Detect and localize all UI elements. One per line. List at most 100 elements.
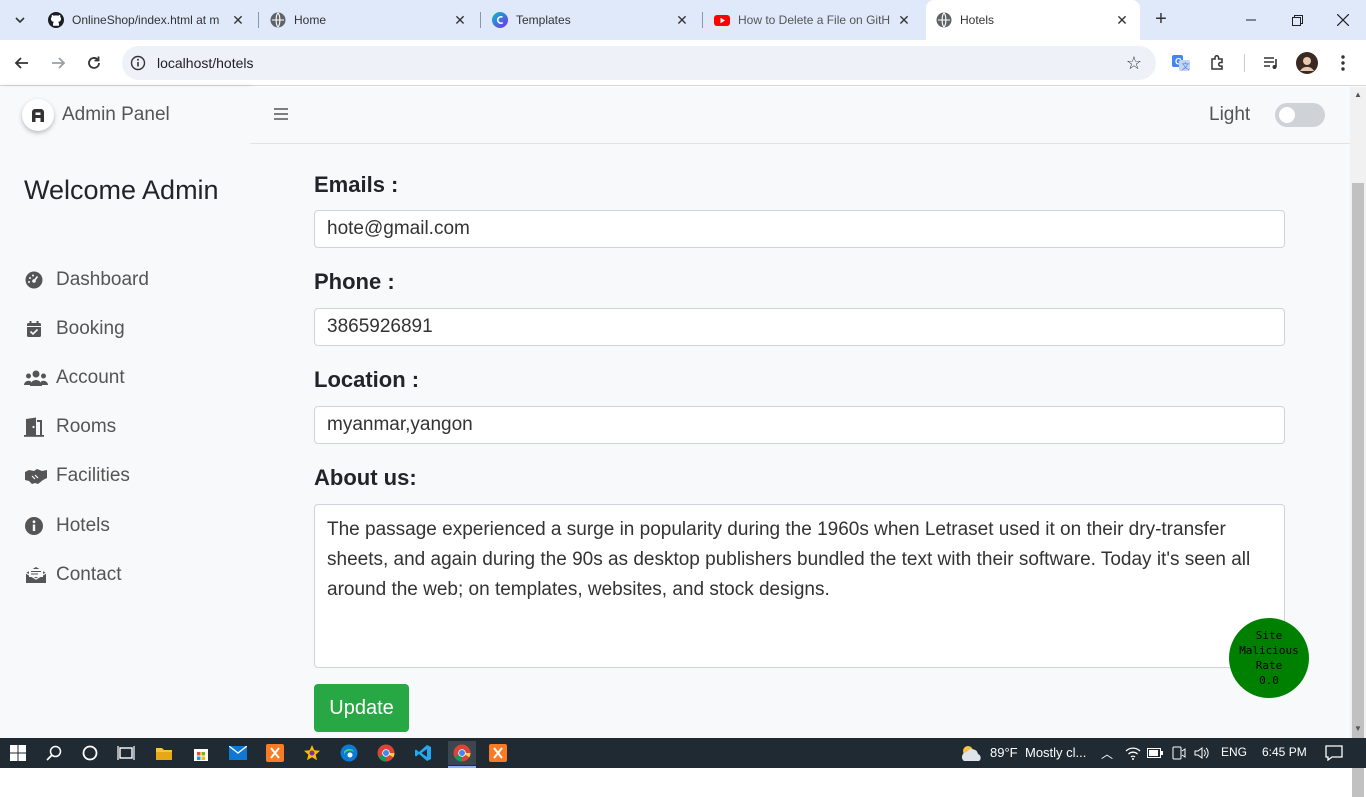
minimize-button[interactable]	[1228, 0, 1274, 40]
browser-menu-icon[interactable]	[1332, 52, 1354, 74]
theme-label: Light	[1209, 104, 1251, 125]
info-icon[interactable]	[130, 55, 146, 71]
malicious-rate-badge[interactable]: Site Malicious Rate 0.0	[1229, 618, 1309, 698]
about-textarea[interactable]: The passage experienced a surge in popul…	[314, 504, 1285, 668]
update-button[interactable]: Update	[314, 684, 409, 732]
arrow-right-icon	[52, 57, 66, 69]
task-view-icon[interactable]	[114, 741, 138, 765]
badge-value: 0.0	[1259, 674, 1279, 687]
close-icon[interactable]: ✕	[1114, 12, 1130, 29]
phone-field[interactable]: 3865926891	[314, 308, 1285, 346]
badge-line: Site	[1255, 629, 1283, 642]
volume-icon[interactable]	[1192, 741, 1212, 765]
avatar[interactable]	[1296, 52, 1318, 74]
sidebar-item-facilities[interactable]: Facilities	[24, 461, 244, 491]
sidebar-item-rooms[interactable]: Rooms	[24, 412, 244, 442]
hamburger-menu-icon[interactable]	[274, 107, 288, 121]
sidebar-item-hotels[interactable]: Hotels	[24, 511, 244, 541]
tab-search-button[interactable]	[8, 8, 32, 32]
translate-icon[interactable]: G文	[1170, 52, 1192, 74]
battery-icon[interactable]	[1146, 741, 1164, 765]
tab-title: OnlineShop/index.html at m	[72, 13, 220, 27]
scroll-down-icon[interactable]: ▼	[1354, 724, 1362, 733]
weather-text[interactable]: Mostly cl...	[1025, 745, 1086, 760]
store-icon[interactable]	[189, 741, 213, 765]
url-text[interactable]: localhost/hotels	[157, 55, 254, 71]
search-icon[interactable]	[42, 741, 66, 765]
calendar-check-icon	[24, 319, 50, 339]
notification-icon[interactable]	[1322, 741, 1346, 765]
scrollbar-thumb[interactable]	[1352, 183, 1364, 797]
tab-title: Hotels	[960, 13, 995, 27]
sidebar-item-account[interactable]: Account	[24, 363, 244, 393]
close-icon[interactable]: ✕	[230, 12, 246, 29]
address-bar[interactable]: localhost/hotels ☆	[122, 46, 1156, 80]
clock[interactable]: 6:45 PM	[1262, 745, 1307, 759]
xampp-icon[interactable]	[263, 741, 287, 765]
vscode-icon[interactable]	[411, 741, 435, 765]
tab-youtube[interactable]: How to Delete a File on GitH ✕	[704, 6, 922, 34]
mail-icon[interactable]	[226, 741, 250, 765]
file-explorer-icon[interactable]	[152, 741, 176, 765]
minimize-icon	[1246, 19, 1256, 21]
xampp-icon[interactable]	[486, 741, 510, 765]
forward-button[interactable]	[46, 51, 70, 75]
tab-hotels[interactable]: Hotels ✕	[926, 0, 1140, 40]
new-tab-button[interactable]: +	[1150, 8, 1172, 32]
top-header: Light	[250, 87, 1350, 144]
media-control-icon[interactable]	[1260, 52, 1282, 74]
scroll-up-icon[interactable]: ▲	[1354, 90, 1362, 99]
browser-tab-strip: OnlineShop/index.html at m ✕ Home ✕ Temp…	[0, 0, 1366, 40]
restore-button[interactable]	[1274, 0, 1320, 40]
page-scrollbar[interactable]: ▲ ▼	[1350, 87, 1366, 797]
close-icon[interactable]: ✕	[674, 12, 690, 29]
envelope-open-icon	[24, 565, 50, 585]
extensions-icon[interactable]	[1207, 52, 1229, 74]
sidebar-item-label: Facilities	[56, 465, 130, 486]
tab-title: How to Delete a File on GitH	[738, 13, 891, 27]
badge-line: Malicious	[1239, 644, 1299, 657]
door-icon	[24, 417, 50, 437]
tab-templates[interactable]: Templates ✕	[482, 6, 700, 34]
windows-start-icon[interactable]	[6, 741, 30, 765]
cortana-icon[interactable]	[78, 741, 102, 765]
weather-icon[interactable]	[958, 741, 984, 765]
info-circle-icon	[24, 516, 50, 536]
tab-github[interactable]: OnlineShop/index.html at m ✕	[38, 6, 256, 34]
brand-title: Admin Panel	[62, 104, 170, 125]
brand-logo-icon	[22, 99, 54, 131]
toggle-knob	[1279, 107, 1295, 123]
weather-temp[interactable]: 89°F	[990, 745, 1018, 760]
sidebar: Admin Panel Welcome Admin Dashboard Book…	[0, 87, 250, 738]
sidebar-item-contact[interactable]: Contact	[24, 560, 244, 590]
chevron-up-icon[interactable]: ︿	[1101, 745, 1113, 762]
brand[interactable]: Admin Panel	[22, 99, 170, 131]
chrome-icon[interactable]	[374, 741, 398, 765]
network-icon[interactable]	[1124, 741, 1142, 765]
reload-button[interactable]	[82, 51, 106, 75]
location-field[interactable]: myanmar,yangon	[314, 406, 1285, 444]
close-icon[interactable]: ✕	[896, 12, 912, 29]
edge-icon[interactable]	[337, 741, 361, 765]
back-button[interactable]	[10, 51, 34, 75]
bookmark-star-icon[interactable]: ☆	[1126, 54, 1142, 72]
chevron-down-icon	[15, 17, 25, 23]
theme-toggle[interactable]	[1275, 103, 1325, 127]
meet-now-icon[interactable]	[1170, 741, 1188, 765]
dashboard-icon	[24, 270, 50, 290]
close-window-button[interactable]	[1320, 0, 1366, 40]
sidebar-item-booking[interactable]: Booking	[24, 314, 244, 344]
users-icon	[24, 368, 50, 388]
sidebar-item-dashboard[interactable]: Dashboard	[24, 265, 244, 295]
location-label: Location :	[314, 367, 420, 392]
star-app-icon[interactable]	[300, 741, 324, 765]
sidebar-item-label: Booking	[56, 318, 125, 339]
language-indicator[interactable]: ENG	[1221, 745, 1247, 759]
sidebar-item-label: Contact	[56, 564, 122, 585]
sidebar-item-label: Account	[56, 367, 125, 388]
email-field[interactable]: hote@gmail.com	[314, 210, 1285, 248]
globe-icon	[270, 12, 286, 28]
close-icon[interactable]: ✕	[452, 12, 468, 29]
chrome-icon[interactable]	[448, 741, 476, 765]
tab-home[interactable]: Home ✕	[260, 6, 478, 34]
